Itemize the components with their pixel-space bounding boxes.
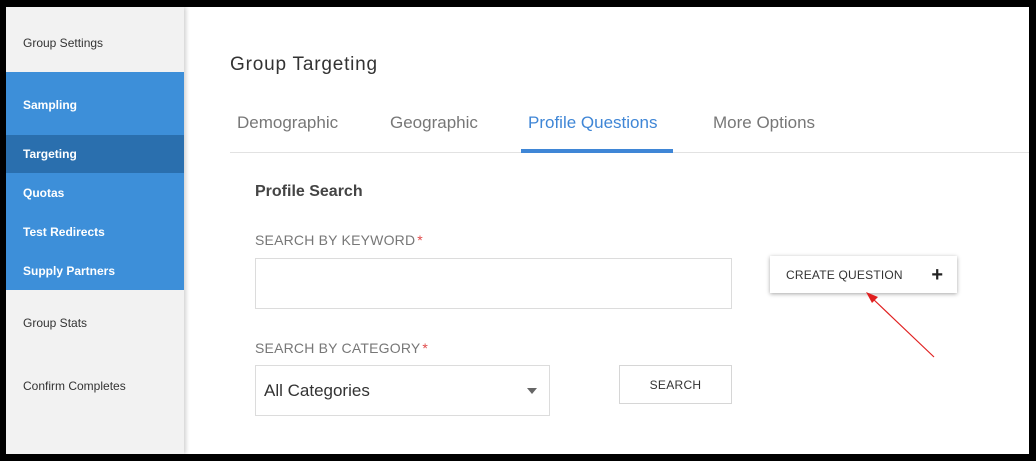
sidebar-group-nav: Sampling Targeting Quotas Test Redirects… bbox=[6, 72, 184, 290]
plus-icon: + bbox=[931, 263, 943, 286]
sidebar-item-sampling[interactable]: Sampling bbox=[6, 86, 184, 124]
app-frame: Group Settings Sampling Targeting Quotas… bbox=[6, 7, 1029, 454]
sidebar-item-group-settings[interactable]: Group Settings bbox=[6, 23, 184, 63]
sidebar-item-test-redirects[interactable]: Test Redirects bbox=[6, 213, 184, 251]
create-question-button[interactable]: CREATE QUESTION + bbox=[770, 256, 957, 293]
chevron-down-icon bbox=[527, 387, 537, 394]
category-label: SEARCH BY CATEGORY * bbox=[255, 340, 428, 356]
sidebar-item-group-stats[interactable]: Group Stats bbox=[6, 303, 184, 343]
create-question-label: CREATE QUESTION bbox=[786, 267, 903, 282]
sidebar-item-confirm-completes[interactable]: Confirm Completes bbox=[6, 366, 184, 406]
required-mark: * bbox=[417, 232, 423, 248]
search-button[interactable]: SEARCH bbox=[619, 365, 732, 404]
tab-demographic[interactable]: Demographic bbox=[237, 113, 338, 145]
required-mark: * bbox=[422, 340, 429, 356]
tab-profile-questions[interactable]: Profile Questions bbox=[528, 113, 657, 145]
keyword-input[interactable] bbox=[255, 258, 732, 309]
category-label-text: SEARCH BY CATEGORY bbox=[255, 340, 421, 356]
page-title: Group Targeting bbox=[230, 54, 378, 75]
sidebar-item-quotas[interactable]: Quotas bbox=[6, 174, 184, 212]
tab-geographic[interactable]: Geographic bbox=[390, 113, 478, 145]
category-select[interactable]: All Categories bbox=[255, 365, 550, 416]
sidebar-item-targeting[interactable]: Targeting bbox=[6, 135, 184, 173]
sidebar-item-supply-partners[interactable]: Supply Partners bbox=[6, 252, 184, 290]
keyword-label-text: SEARCH BY KEYWORD bbox=[255, 232, 416, 248]
sidebar: Group Settings Sampling Targeting Quotas… bbox=[6, 7, 184, 454]
category-selected-value: All Categories bbox=[264, 380, 370, 400]
tab-more-options[interactable]: More Options bbox=[713, 113, 815, 145]
profile-search-title: Profile Search bbox=[255, 183, 363, 200]
active-tab-indicator bbox=[521, 149, 673, 153]
keyword-label: SEARCH BY KEYWORD * bbox=[255, 232, 423, 248]
tab-bar: Demographic Geographic Profile Questions… bbox=[230, 103, 1029, 153]
